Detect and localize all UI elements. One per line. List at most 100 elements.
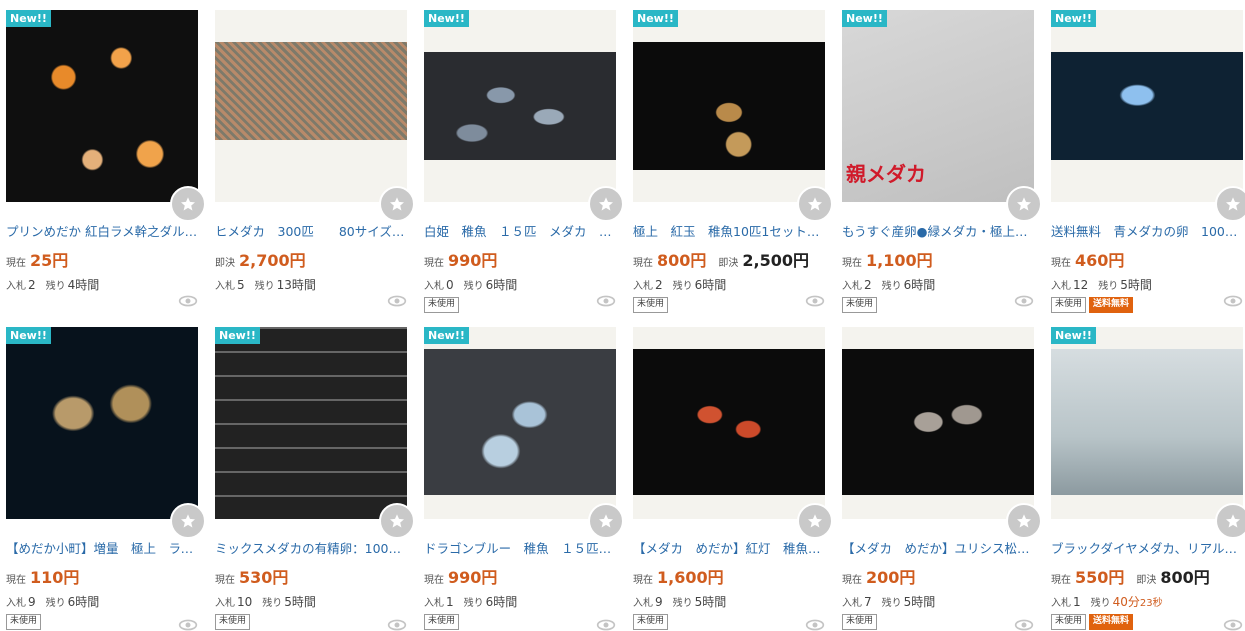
time-remaining: 6時間: [485, 278, 518, 292]
product-title[interactable]: 送料無料 青メダカの卵 100個…: [1051, 221, 1243, 240]
product-photo[interactable]: [215, 42, 407, 140]
bid-count: 2: [864, 278, 872, 292]
current-price: 1,100円: [866, 251, 933, 270]
product-thumbnail[interactable]: New!!: [6, 10, 198, 202]
product-card[interactable]: New!! 極上 紅玉 稚魚10匹1セット … 現在 800円 即決 2,500円 入札 2 残…: [633, 0, 833, 317]
star-icon: [599, 197, 613, 211]
condition-unused-tag: 未使用: [633, 297, 669, 313]
remaining-label: 残り: [881, 598, 902, 609]
watchlist-star-button[interactable]: [588, 186, 624, 222]
eye-icon[interactable]: [1223, 295, 1243, 307]
watchlist-star-button[interactable]: [1006, 186, 1042, 222]
time-remaining: 13時間: [276, 278, 316, 292]
product-thumbnail[interactable]: New!!: [215, 327, 407, 519]
new-badge: New!!: [6, 327, 51, 344]
product-card[interactable]: New!! ミックスメダカの有精卵：100個… 現在 530円 入札 10 残り 5時間 未使用: [215, 317, 415, 631]
time-remaining: 5時間: [284, 595, 316, 609]
watchlist-star-button[interactable]: [1006, 503, 1042, 539]
eye-icon[interactable]: [178, 619, 198, 631]
product-title[interactable]: もうすぐ産卵●緑メダカ・極上種…: [842, 221, 1034, 240]
watchlist-star-button[interactable]: [379, 186, 415, 222]
product-photo[interactable]: [633, 42, 825, 170]
product-title[interactable]: 極上 紅玉 稚魚10匹1セット …: [633, 221, 825, 240]
product-photo[interactable]: [842, 349, 1034, 495]
product-photo[interactable]: [215, 327, 407, 519]
time-remaining: 6時間: [903, 278, 936, 292]
product-title[interactable]: 【メダカ めだか】ユリシス松井…: [842, 538, 1034, 557]
eye-icon[interactable]: [805, 619, 825, 631]
tag-row: 未使用: [424, 614, 616, 630]
eye-icon[interactable]: [596, 295, 616, 307]
watchlist-star-button[interactable]: [588, 503, 624, 539]
product-thumbnail[interactable]: New!! 親メダカ: [842, 10, 1034, 202]
star-icon: [390, 514, 404, 528]
watchlist-star-button[interactable]: [797, 186, 833, 222]
product-card[interactable]: New!! ドラゴンブルー 稚魚 １５匹 … 現在 990円 入札 1 残り 6時間 未使用: [424, 317, 624, 631]
eye-icon[interactable]: [387, 619, 407, 631]
watchlist-star-button[interactable]: [379, 503, 415, 539]
product-card[interactable]: New!! 【めだか小町】増量 極上 ラメ… 現在 110円 入札 9 残り 6時間 未使用: [6, 317, 206, 631]
eye-icon[interactable]: [1014, 295, 1034, 307]
product-thumbnail[interactable]: New!!: [633, 10, 825, 202]
free-shipping-tag: 送料無料: [1089, 614, 1134, 630]
product-photo[interactable]: [633, 349, 825, 495]
product-thumbnail[interactable]: New!!: [1051, 10, 1243, 202]
product-title[interactable]: ヒメダカ 300匹 80サイズ…: [215, 221, 407, 240]
new-badge: New!!: [6, 10, 51, 27]
product-photo[interactable]: [424, 349, 616, 495]
bid-count: 7: [864, 595, 872, 609]
product-card[interactable]: 【メダカ めだか】紅灯 稚魚1… 現在 1,600円 入札 9 残り 5時間 未使用: [633, 317, 833, 631]
eye-icon[interactable]: [387, 295, 407, 307]
product-thumbnail[interactable]: New!!: [424, 10, 616, 202]
price-row: 現在 1,600円: [633, 564, 825, 588]
bid-count: 9: [28, 595, 36, 609]
product-card[interactable]: New!! 送料無料 青メダカの卵 100個… 現在 460円 入札 12 残り 5時間 未使用…: [1051, 0, 1245, 317]
product-photo[interactable]: [6, 10, 198, 202]
tag-row: 未使用: [842, 614, 1034, 630]
product-card[interactable]: New!! ブラックダイヤメダカ、リアルロ… 現在 550円 即決 800円 入札 1 残り 40…: [1051, 317, 1245, 631]
watchlist-star-button[interactable]: [797, 503, 833, 539]
price-row: 現在 990円: [424, 247, 616, 271]
time-remaining: 6時間: [694, 278, 727, 292]
product-card[interactable]: ヒメダカ 300匹 80サイズ… 即決 2,700円 入札 5 残り 13時間: [215, 0, 415, 317]
product-card[interactable]: New!! 親メダカ もうすぐ産卵●緑メダカ・極上種… 現在 1,100円 入札 2 残り 6時…: [842, 0, 1042, 317]
bid-count: 5: [237, 278, 245, 292]
eye-icon[interactable]: [805, 295, 825, 307]
eye-icon[interactable]: [1014, 619, 1034, 631]
watchlist-star-button[interactable]: [1215, 503, 1245, 539]
product-title[interactable]: ミックスメダカの有精卵：100個…: [215, 538, 407, 557]
product-card[interactable]: 【メダカ めだか】ユリシス松井… 現在 200円 入札 7 残り 5時間 未使用: [842, 317, 1042, 631]
product-photo[interactable]: [1051, 349, 1243, 495]
eye-icon[interactable]: [1223, 619, 1243, 631]
product-thumbnail[interactable]: [842, 327, 1034, 519]
product-thumbnail[interactable]: [215, 10, 407, 202]
eye-icon[interactable]: [178, 295, 198, 307]
star-icon: [1226, 197, 1240, 211]
eye-icon[interactable]: [596, 619, 616, 631]
product-thumbnail[interactable]: New!!: [1051, 327, 1243, 519]
product-title[interactable]: ブラックダイヤメダカ、リアルロ…: [1051, 538, 1243, 557]
product-thumbnail[interactable]: New!!: [6, 327, 198, 519]
product-photo[interactable]: [6, 327, 198, 519]
tag-row: 未使用: [842, 297, 1034, 313]
watchlist-star-button[interactable]: [170, 186, 206, 222]
price-row: 現在 110円: [6, 564, 198, 588]
product-photo[interactable]: [424, 52, 616, 160]
product-title[interactable]: 白姫 稚魚 １５匹 メダカ …: [424, 221, 616, 240]
product-title[interactable]: プリンめだか 紅白ラメ幹之ダルマ…: [6, 221, 198, 240]
watchlist-star-button[interactable]: [170, 503, 206, 539]
product-title[interactable]: ドラゴンブルー 稚魚 １５匹 …: [424, 538, 616, 557]
product-card[interactable]: New!! プリンめだか 紅白ラメ幹之ダルマ… 現在 25円 入札 2 残り 4時間: [6, 0, 206, 317]
condition-unused-tag: 未使用: [842, 297, 878, 313]
product-thumbnail[interactable]: [633, 327, 825, 519]
product-thumbnail[interactable]: New!!: [424, 327, 616, 519]
new-badge: New!!: [424, 10, 469, 27]
product-photo[interactable]: [1051, 52, 1243, 160]
price-label: 現在: [6, 258, 26, 269]
product-title[interactable]: 【めだか小町】増量 極上 ラメ…: [6, 538, 198, 557]
product-card[interactable]: New!! 白姫 稚魚 １５匹 メダカ … 現在 990円 入札 0 残り 6時間 未使用: [424, 0, 624, 317]
watchlist-star-button[interactable]: [1215, 186, 1245, 222]
product-title[interactable]: 【メダカ めだか】紅灯 稚魚1…: [633, 538, 825, 557]
bid-info: 入札 1 残り 40分23秒: [1051, 593, 1243, 610]
bid-count: 0: [446, 278, 454, 292]
